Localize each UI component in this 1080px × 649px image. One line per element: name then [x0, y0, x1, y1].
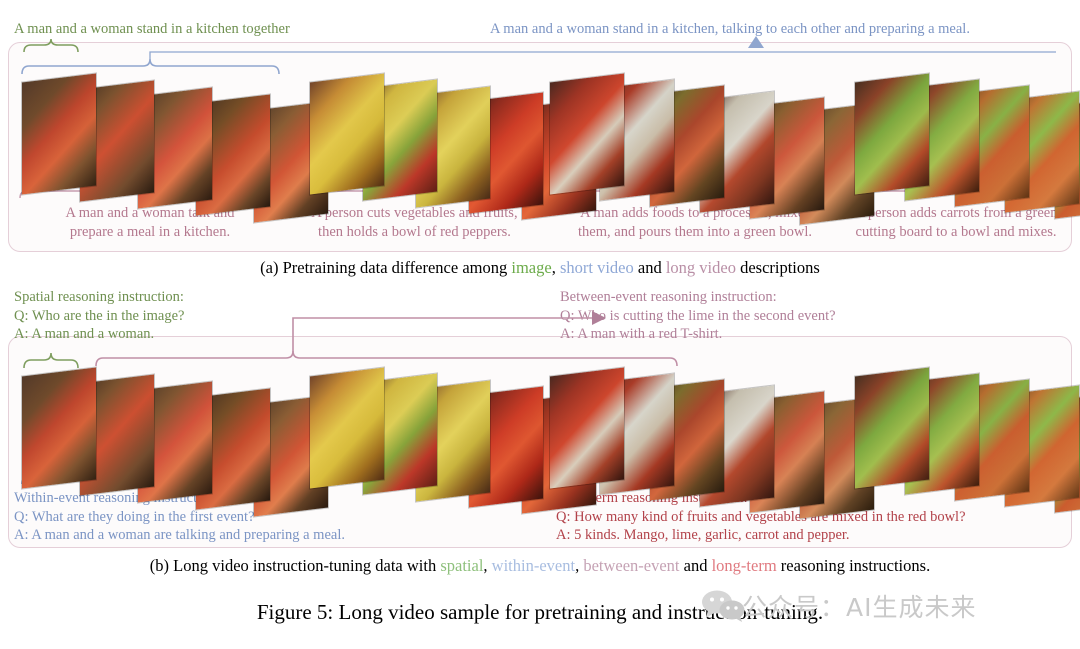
- cap-b-kw-between-event: between-event: [583, 556, 680, 575]
- cap-a-kw-longvideo: long video: [665, 258, 736, 277]
- watermark-text: 公众号：AI生成未来: [742, 593, 977, 622]
- spatial-reasoning-block: Spatial reasoning instruction: Q: Who ar…: [14, 288, 184, 344]
- between-event-answer: A: A man with a red T-shirt.: [560, 326, 723, 343]
- cap-b-part5: reasoning instructions.: [776, 556, 931, 575]
- spatial-heading: Spatial reasoning instruction:: [14, 289, 184, 305]
- cap-b-kw-within-event: within-event: [491, 556, 576, 575]
- between-event-reasoning-block: Between-event reasoning instruction: Q: …: [560, 288, 836, 344]
- cap-b-part1: (b) Long video instruction-tuning data w…: [149, 556, 441, 575]
- video-frame: [310, 73, 384, 195]
- spatial-answer: A: A man and a woman.: [14, 326, 155, 343]
- spatial-question: Q: Who are the in the image?: [14, 307, 185, 324]
- cap-a-kw-shortvideo: short video: [559, 258, 634, 277]
- video-frame: [310, 367, 384, 489]
- between-event-question: Q: Who is cutting the lime in the second…: [560, 307, 836, 324]
- video-frame: [550, 73, 624, 195]
- panel-a-image-caption: A man and a woman stand in a kitchen tog…: [14, 21, 290, 37]
- within-event-answer: A: A man and a woman are talking and pre…: [14, 527, 345, 544]
- video-frame: [550, 367, 624, 489]
- video-frame: [855, 73, 929, 195]
- wechat-logo-icon: [702, 590, 745, 622]
- panel-a-figure-caption: (a) Pretraining data difference among im…: [0, 258, 1080, 278]
- long-term-answer: A: 5 kinds. Mango, lime, garlic, carrot …: [556, 527, 850, 544]
- cap-a-part4: descriptions: [735, 258, 820, 277]
- between-event-heading: Between-event reasoning instruction:: [560, 289, 777, 305]
- cap-b-part4: and: [679, 556, 712, 575]
- cap-a-part2: ,: [551, 258, 560, 277]
- cap-b-part2: ,: [483, 556, 492, 575]
- cap-a-part1: (a) Pretraining data difference among: [260, 258, 512, 277]
- video-frame: [855, 367, 929, 489]
- cap-b-kw-long-term: long-term: [711, 556, 777, 575]
- cap-a-part3: and: [633, 258, 666, 277]
- cap-a-kw-image: image: [511, 258, 552, 277]
- panel-b-figure-caption: (b) Long video instruction-tuning data w…: [0, 556, 1080, 576]
- panel-a-longvideo-caption: A man and a woman stand in a kitchen, ta…: [490, 21, 970, 37]
- video-frame: [22, 367, 96, 489]
- cap-b-kw-spatial: spatial: [440, 556, 484, 575]
- video-frame: [22, 73, 96, 195]
